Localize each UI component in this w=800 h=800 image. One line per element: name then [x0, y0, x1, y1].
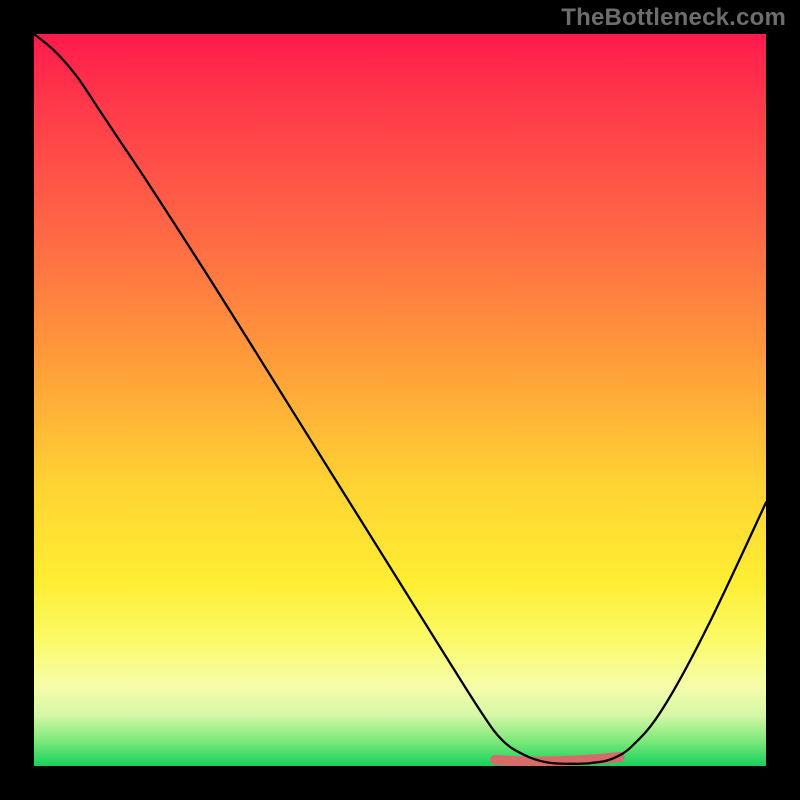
- plot-area: [34, 34, 766, 766]
- watermark-text: TheBottleneck.com: [561, 4, 786, 32]
- curve-svg: [34, 34, 766, 766]
- chart-frame: TheBottleneck.com: [0, 0, 800, 800]
- bottleneck-curve: [34, 34, 766, 764]
